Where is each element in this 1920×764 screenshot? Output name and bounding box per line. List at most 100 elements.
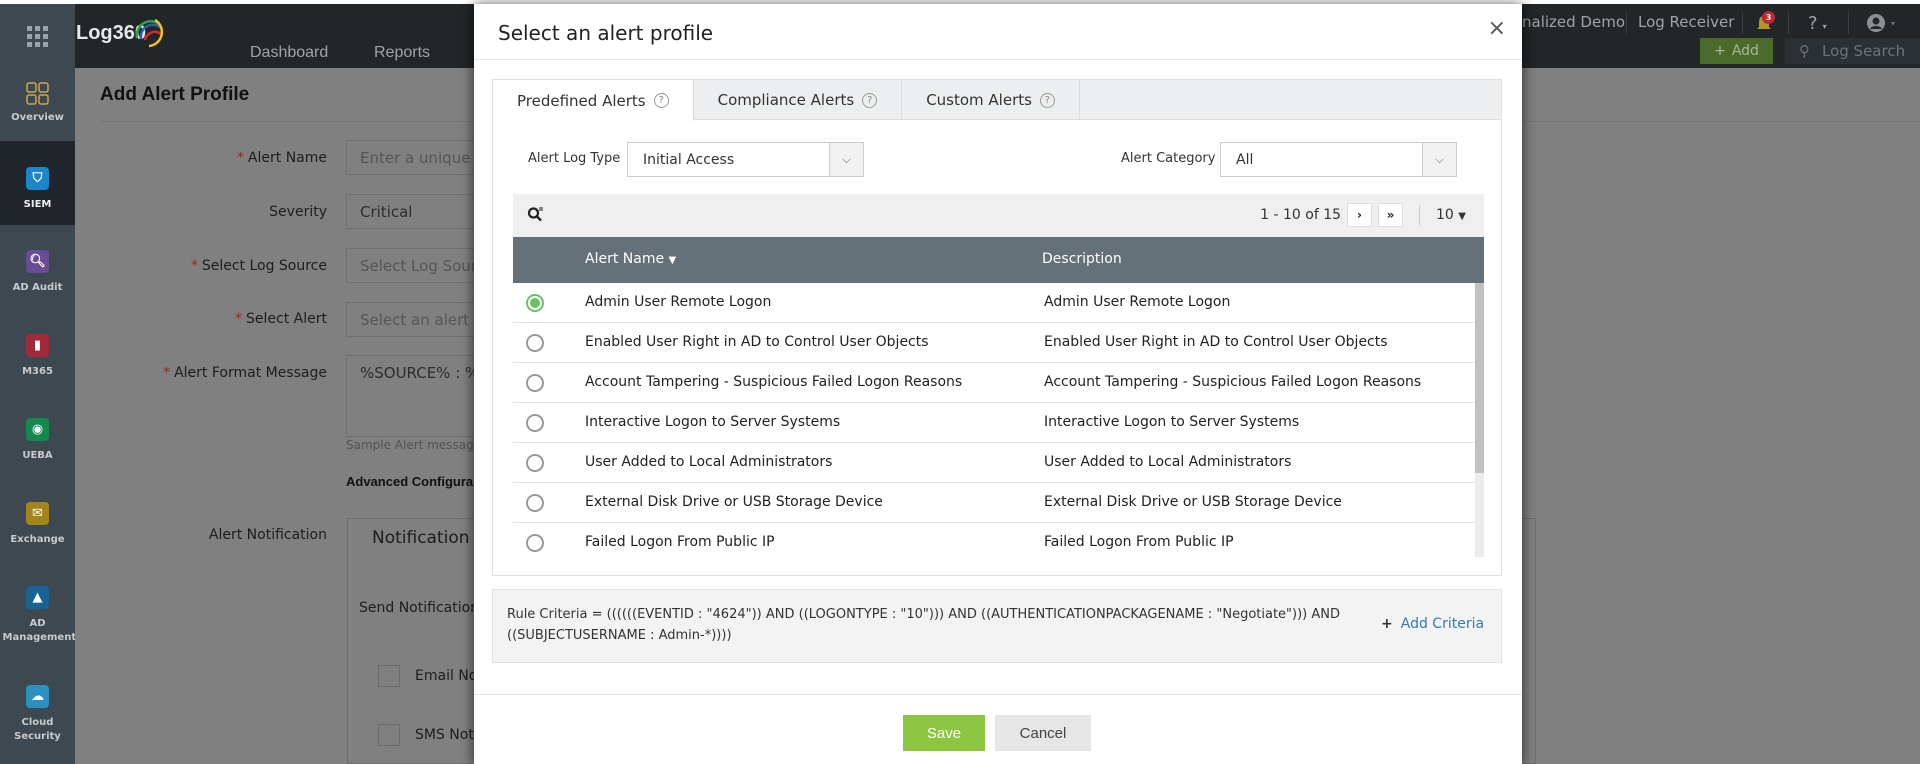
next-page-button[interactable]: ›	[1347, 203, 1373, 227]
add-criteria-link[interactable]: + Add Criteria	[1381, 616, 1484, 632]
sidebar-item-cloud-security[interactable]: ☁ Cloud Security	[0, 685, 75, 744]
divider	[474, 694, 1522, 695]
divider	[1788, 12, 1789, 34]
cancel-button[interactable]: Cancel	[995, 715, 1091, 751]
nav-reports[interactable]: Reports	[374, 44, 430, 62]
top-link-log-receiver[interactable]: Log Receiver	[1638, 13, 1734, 31]
alert-category-select[interactable]: All ⌵	[1220, 142, 1457, 177]
alert-name-cell: External Disk Drive or USB Storage Devic…	[585, 494, 883, 510]
sidebar-item-siem[interactable]: ⛉ SIEM	[0, 141, 75, 225]
help-icon[interactable]: ?	[653, 93, 669, 108]
select-alert-input[interactable]: Select an alert ty	[346, 302, 486, 337]
table-row[interactable]: Failed Logon From Public IP Failed Logon …	[513, 523, 1475, 557]
table-body: Admin User Remote Logon Admin User Remote…	[513, 283, 1484, 557]
table-row[interactable]: External Disk Drive or USB Storage Devic…	[513, 483, 1475, 523]
description-cell: Enabled User Right in AD to Control User…	[1044, 334, 1388, 350]
row-radio[interactable]	[526, 334, 544, 352]
app-switcher-button[interactable]	[0, 4, 75, 68]
last-page-button[interactable]: »	[1378, 203, 1404, 227]
caret-icon: ▾	[1822, 22, 1827, 31]
sms-notification-checkbox[interactable]	[378, 724, 400, 746]
divider	[1742, 12, 1743, 34]
table-row[interactable]: Admin User Remote Logon Admin User Remote…	[513, 283, 1475, 323]
alert-name-input[interactable]: Enter a unique n	[346, 140, 486, 175]
log-source-input[interactable]: Select Log Sourc	[346, 248, 486, 283]
row-radio[interactable]	[526, 374, 544, 392]
table-row[interactable]: Interactive Logon to Server Systems Inter…	[513, 403, 1475, 443]
sidebar-label: Exchange	[10, 534, 65, 545]
log-source-label: * Select Log Source	[190, 258, 327, 274]
tab-custom-alerts[interactable]: Custom Alerts ?	[902, 80, 1080, 120]
chevron-down-icon[interactable]: ⌵	[829, 143, 863, 176]
divider	[1848, 12, 1849, 34]
notification-bell[interactable]: 3	[1756, 11, 1776, 33]
top-link-demo[interactable]: nalized Demo	[1522, 13, 1625, 31]
alert-log-type-select[interactable]: Initial Access ⌵	[627, 142, 864, 177]
tab-label: Predefined Alerts	[517, 91, 646, 110]
description-cell: Admin User Remote Logon	[1044, 294, 1231, 310]
description-cell: External Disk Drive or USB Storage Devic…	[1044, 494, 1342, 510]
search-filter-icon[interactable]	[527, 206, 544, 227]
tab-compliance-alerts[interactable]: Compliance Alerts ?	[694, 80, 903, 120]
office-icon: ▮	[26, 334, 49, 357]
chevron-down-icon[interactable]: ⌵	[1422, 143, 1456, 176]
format-message-textarea[interactable]: %SOURCE% : %M	[346, 355, 486, 437]
help-icon[interactable]: ?	[862, 92, 878, 108]
divider	[474, 59, 1522, 60]
table-row[interactable]: User Added to Local Administrators User A…	[513, 443, 1475, 483]
email-notification-checkbox[interactable]	[378, 665, 400, 687]
row-radio[interactable]	[526, 294, 544, 312]
nav-dashboard[interactable]: Dashboard	[250, 44, 328, 62]
sidebar-item-exchange[interactable]: ✉ Exchange	[0, 502, 75, 547]
pagination-range: 1 - 10 of 15	[1260, 207, 1342, 223]
rule-criteria-text: Rule Criteria = ((((((EVENTID : "4624"))…	[507, 607, 1340, 643]
sidebar: Overview ⛉ SIEM 🔍︎ AD Audit ▮ M365 ◉ UEB…	[0, 4, 77, 764]
sidebar-item-ueba[interactable]: ◉ UEBA	[0, 418, 75, 463]
caret-down-icon: ▼	[1458, 211, 1466, 222]
description-cell: Interactive Logon to Server Systems	[1044, 414, 1300, 430]
table-header: Alert Name ▼ Description	[513, 237, 1484, 283]
alerts-table: 1 - 10 of 15 › » 10 ▼ Alert Name ▼ Descr…	[513, 194, 1484, 557]
sidebar-item-ad-management[interactable]: ▲ AD Management	[0, 586, 77, 645]
row-radio[interactable]	[526, 494, 544, 512]
sms-notification-label: SMS Noti	[415, 727, 478, 743]
close-icon[interactable]: ×	[1488, 18, 1506, 40]
alert-log-type-value: Initial Access	[643, 152, 735, 168]
sidebar-item-ad-audit[interactable]: 🔍︎ AD Audit	[0, 250, 75, 295]
description-cell: Failed Logon From Public IP	[1044, 534, 1234, 550]
search-icon: ⚲	[1799, 42, 1810, 60]
table-row[interactable]: Account Tampering - Suspicious Failed Lo…	[513, 363, 1475, 403]
alert-name-cell: Interactive Logon to Server Systems	[585, 414, 841, 430]
save-button[interactable]: Save	[903, 715, 985, 751]
plus-icon: +	[1381, 616, 1393, 632]
help-menu[interactable]: ? ▾	[1808, 13, 1827, 34]
add-button[interactable]: + Add	[1700, 38, 1773, 64]
sidebar-item-m365[interactable]: ▮ M365	[0, 334, 75, 379]
page-size-select[interactable]: 10 ▼	[1436, 207, 1466, 223]
sidebar-label: AD Management	[2, 618, 77, 643]
row-radio[interactable]	[526, 454, 544, 472]
severity-select[interactable]: Critical	[346, 194, 486, 229]
advanced-configuration-link[interactable]: Advanced Configura	[346, 474, 473, 489]
scrollbar-thumb[interactable]	[1475, 283, 1484, 473]
user-menu[interactable]: ▾	[1866, 13, 1895, 33]
pagination: 1 - 10 of 15 › » 10 ▼	[1260, 203, 1466, 227]
sidebar-item-overview[interactable]: Overview	[0, 82, 75, 142]
sidebar-label: M365	[22, 366, 53, 377]
help-icon[interactable]: ?	[1039, 92, 1055, 108]
shield-icon: ⛉	[26, 167, 49, 190]
magnifier-icon: 🔍︎	[26, 250, 49, 273]
tab-predefined-alerts[interactable]: Predefined Alerts ?	[493, 80, 694, 121]
log-search-button[interactable]: ⚲ Log Search	[1785, 38, 1920, 64]
row-radio[interactable]	[526, 534, 544, 552]
divider	[1419, 205, 1421, 225]
scrollbar-track[interactable]	[1475, 283, 1484, 557]
table-row[interactable]: Enabled User Right in AD to Control User…	[513, 323, 1475, 363]
email-notification-label: Email No	[415, 668, 478, 684]
notification-badge: 3	[1762, 11, 1775, 24]
apps-grid-icon	[27, 25, 48, 47]
envelope-icon: ✉	[26, 502, 49, 525]
alert-name-label: * Alert Name	[236, 150, 327, 166]
row-radio[interactable]	[526, 414, 544, 432]
column-header-alert-name[interactable]: Alert Name ▼	[585, 251, 676, 267]
